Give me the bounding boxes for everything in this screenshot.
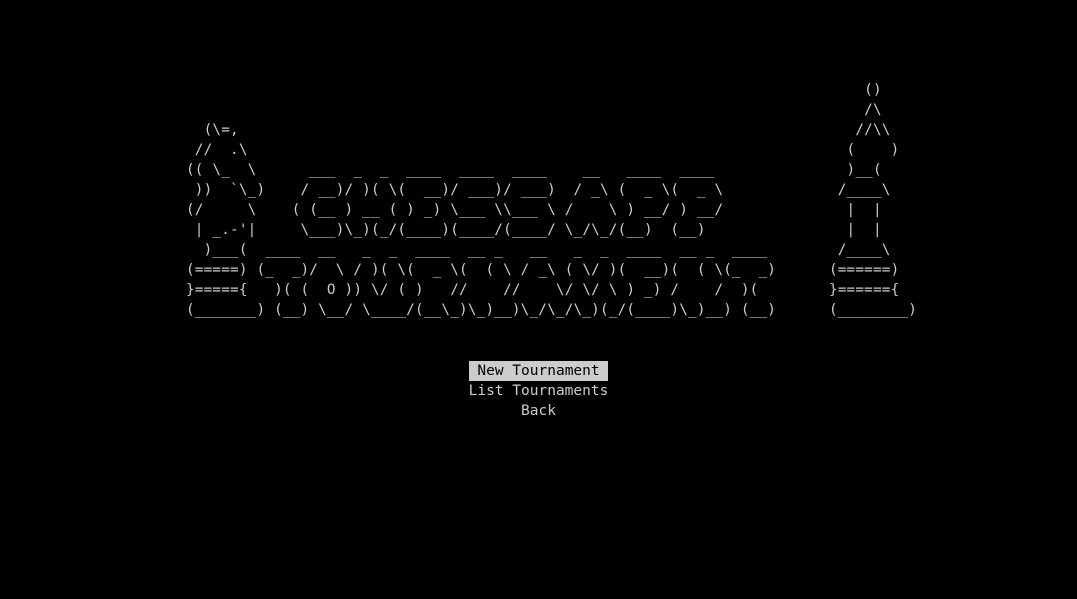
menu-item-label: New Tournament	[469, 361, 608, 381]
ascii-banner-chess-app: () /\ (\=, //\\ // .\ () ((\_ \ ___ _ …	[186, 82, 918, 318]
main-menu: New Tournament List Tournaments Back	[0, 361, 1077, 421]
menu-item-label: List Tournaments	[468, 383, 609, 399]
menu-item-back[interactable]: Back	[0, 401, 1077, 421]
menu-item-label: Back	[521, 403, 556, 419]
menu-item-list-tournaments[interactable]: List Tournaments	[0, 381, 1077, 401]
terminal-screen: () /\ (\=, //\\ // .\ () ((\_ \ ___ _ …	[0, 0, 1077, 599]
menu-item-new-tournament[interactable]: New Tournament	[0, 361, 1077, 381]
